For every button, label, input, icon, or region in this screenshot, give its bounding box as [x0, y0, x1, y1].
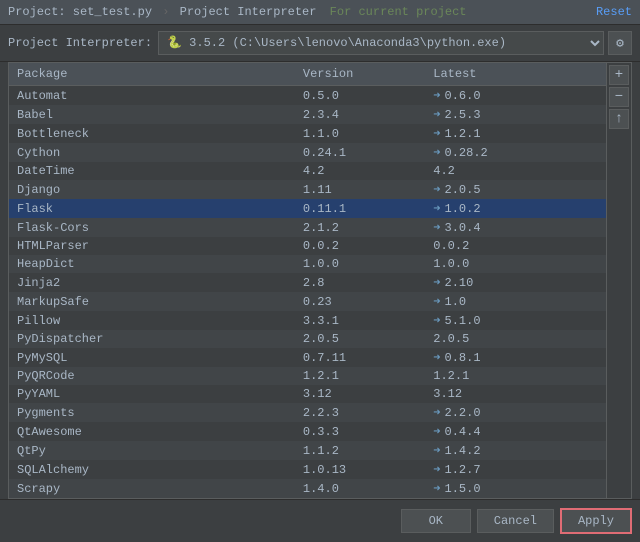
- latest-cell: 1.0.0: [425, 255, 606, 273]
- remove-package-button[interactable]: −: [609, 87, 629, 107]
- gear-icon[interactable]: ⚙: [608, 31, 632, 55]
- version-cell: 2.3.4: [295, 105, 425, 124]
- latest-cell: ➜1.2.1: [425, 124, 606, 143]
- table-scroll[interactable]: Package Version Latest Automat0.5.0➜0.6.…: [9, 63, 606, 498]
- side-buttons: + − ↑: [606, 63, 631, 498]
- latest-cell: ➜2.10: [425, 273, 606, 292]
- version-cell: 4.2: [295, 162, 425, 180]
- version-cell: 1.1.0: [295, 124, 425, 143]
- separator: ›: [162, 5, 169, 19]
- col-latest: Latest: [425, 63, 606, 86]
- version-cell: 0.7.11: [295, 348, 425, 367]
- cancel-button[interactable]: Cancel: [477, 509, 554, 533]
- title-text: Project: set_test.py › Project Interpret…: [8, 5, 467, 19]
- latest-cell: 2.0.5: [425, 330, 606, 348]
- latest-cell: ➜2.2.0: [425, 403, 606, 422]
- table-row[interactable]: Bottleneck: [9, 124, 295, 143]
- version-cell: 1.0.13: [295, 460, 425, 479]
- latest-cell: 3.12: [425, 385, 606, 403]
- table-row[interactable]: Pygments: [9, 403, 295, 422]
- table-row[interactable]: QtPy: [9, 441, 295, 460]
- latest-cell: ➜0.28.2: [425, 143, 606, 162]
- table-row[interactable]: QtAwesome: [9, 422, 295, 441]
- col-package: Package: [9, 63, 295, 86]
- add-package-button[interactable]: +: [609, 65, 629, 85]
- bottom-bar: OK Cancel Apply: [0, 499, 640, 542]
- table-row[interactable]: PyYAML: [9, 385, 295, 403]
- latest-cell: 1.2.1: [425, 367, 606, 385]
- apply-button[interactable]: Apply: [560, 508, 632, 534]
- version-cell: 2.1.2: [295, 218, 425, 237]
- version-cell: 0.24.1: [295, 143, 425, 162]
- title-bar: Project: set_test.py › Project Interpret…: [0, 0, 640, 25]
- version-cell: 1.0.0: [295, 255, 425, 273]
- table-row[interactable]: PyMySQL: [9, 348, 295, 367]
- packages-table-container: Package Version Latest Automat0.5.0➜0.6.…: [8, 62, 632, 499]
- latest-cell: ➜0.4.4: [425, 422, 606, 441]
- interpreter-select-wrapper: 🐍 3.5.2 (C:\Users\lenovo\Anaconda3\pytho…: [158, 31, 632, 55]
- interpreter-select[interactable]: 🐍 3.5.2 (C:\Users\lenovo\Anaconda3\pytho…: [158, 31, 604, 55]
- latest-cell: ➜1.4.2: [425, 441, 606, 460]
- latest-cell: ➜1.5.0: [425, 479, 606, 498]
- latest-cell: ➜2.0.5: [425, 180, 606, 199]
- version-cell: 0.3.3: [295, 422, 425, 441]
- table-row[interactable]: Scrapy: [9, 479, 295, 498]
- version-cell: 2.0.5: [295, 330, 425, 348]
- project-label: Project: set_test.py: [8, 5, 152, 19]
- table-row[interactable]: PyQRCode: [9, 367, 295, 385]
- table-row[interactable]: Automat: [9, 86, 295, 106]
- interpreter-row: Project Interpreter: 🐍 3.5.2 (C:\Users\l…: [0, 25, 640, 62]
- table-row[interactable]: Cython: [9, 143, 295, 162]
- version-cell: 0.0.2: [295, 237, 425, 255]
- latest-cell: ➜5.1.0: [425, 311, 606, 330]
- latest-cell: ➜3.0.4: [425, 218, 606, 237]
- table-row[interactable]: Flask-Cors: [9, 218, 295, 237]
- version-cell: 1.1.2: [295, 441, 425, 460]
- table-row[interactable]: HeapDict: [9, 255, 295, 273]
- upgrade-package-button[interactable]: ↑: [609, 109, 629, 129]
- latest-cell: ➜1.0: [425, 292, 606, 311]
- version-cell: 3.12: [295, 385, 425, 403]
- for-current-text: For current project: [330, 5, 467, 19]
- table-row[interactable]: Jinja2: [9, 273, 295, 292]
- version-cell: 1.4.0: [295, 479, 425, 498]
- version-cell: 0.5.0: [295, 86, 425, 106]
- interpreter-title: Project Interpreter: [180, 5, 317, 19]
- reset-button[interactable]: Reset: [596, 5, 632, 19]
- version-cell: 2.2.3: [295, 403, 425, 422]
- version-cell: 0.11.1: [295, 199, 425, 218]
- project-interpreter-dialog: Project: set_test.py › Project Interpret…: [0, 0, 640, 542]
- table-row[interactable]: Django: [9, 180, 295, 199]
- table-row[interactable]: HTMLParser: [9, 237, 295, 255]
- latest-cell: ➜1.0.2: [425, 199, 606, 218]
- col-version: Version: [295, 63, 425, 86]
- ok-button[interactable]: OK: [401, 509, 471, 533]
- latest-cell: ➜0.8.1: [425, 348, 606, 367]
- latest-cell: ➜2.5.3: [425, 105, 606, 124]
- table-row[interactable]: Pillow: [9, 311, 295, 330]
- table-row[interactable]: PyDispatcher: [9, 330, 295, 348]
- packages-table: Package Version Latest Automat0.5.0➜0.6.…: [9, 63, 606, 498]
- table-row[interactable]: MarkupSafe: [9, 292, 295, 311]
- version-cell: 3.3.1: [295, 311, 425, 330]
- version-cell: 2.8: [295, 273, 425, 292]
- table-row[interactable]: Flask: [9, 199, 295, 218]
- latest-cell: 0.0.2: [425, 237, 606, 255]
- interpreter-label: Project Interpreter:: [8, 36, 152, 50]
- table-row[interactable]: SQLAlchemy: [9, 460, 295, 479]
- latest-cell: 4.2: [425, 162, 606, 180]
- table-row[interactable]: Babel: [9, 105, 295, 124]
- version-cell: 0.23: [295, 292, 425, 311]
- table-row[interactable]: DateTime: [9, 162, 295, 180]
- latest-cell: ➜0.6.0: [425, 86, 606, 106]
- version-cell: 1.2.1: [295, 367, 425, 385]
- latest-cell: ➜1.2.7: [425, 460, 606, 479]
- version-cell: 1.11: [295, 180, 425, 199]
